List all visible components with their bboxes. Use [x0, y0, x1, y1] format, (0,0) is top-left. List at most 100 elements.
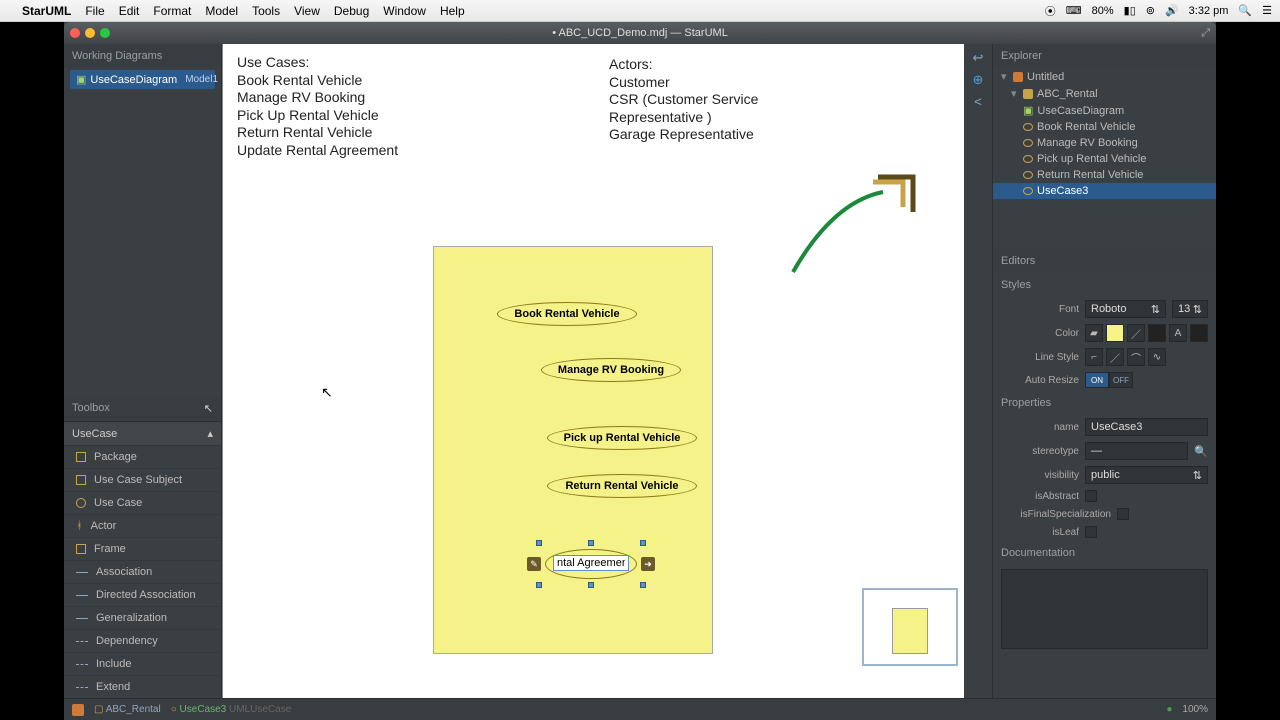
menu-edit[interactable]: Edit	[119, 4, 140, 18]
fill-swatch[interactable]	[1106, 324, 1124, 342]
status-crumb-element[interactable]: ○ UseCase3 UMLUseCase	[171, 704, 292, 715]
note-line: Pick Up Rental Vehicle	[237, 107, 398, 125]
line-rounded-icon[interactable]: ⌒	[1127, 348, 1145, 366]
tool-directed-association[interactable]: Directed Association	[64, 583, 221, 606]
visibility-label: visibility	[1001, 470, 1079, 481]
font-size-select[interactable]: 13⇅	[1172, 300, 1208, 318]
usecase-name-input[interactable]	[553, 555, 629, 571]
quick-handle-right[interactable]: ➜	[641, 557, 655, 571]
menu-view[interactable]: View	[294, 4, 320, 18]
tool-dependency[interactable]: Dependency	[64, 629, 221, 652]
menu-icon[interactable]: ☰	[1262, 4, 1272, 17]
tree-model[interactable]: ▾ABC_Rental	[993, 85, 1216, 102]
line-color-icon[interactable]: ／	[1127, 324, 1145, 342]
name-input[interactable]: UseCase3	[1085, 418, 1208, 436]
tool-extend[interactable]: Extend	[64, 675, 221, 698]
minimap[interactable]	[862, 588, 958, 666]
tree-node[interactable]: Pick up Rental Vehicle	[993, 151, 1216, 167]
keyboard-icon[interactable]: ⌨	[1066, 4, 1082, 17]
tool-package[interactable]: Package	[64, 445, 221, 468]
tree-node[interactable]: Return Rental Vehicle	[993, 167, 1216, 183]
tree-node[interactable]: Manage RV Booking	[993, 135, 1216, 151]
window-titlebar[interactable]: • ABC_UCD_Demo.mdj — StarUML ⤢	[64, 22, 1216, 44]
line-oblique-icon[interactable]: ／	[1106, 348, 1124, 366]
working-diagram-item[interactable]: ▣ UseCaseDiagram Model1	[70, 70, 215, 89]
clock[interactable]: 3:32 pm	[1189, 5, 1229, 17]
battery-icon[interactable]: ▮▯	[1124, 4, 1136, 17]
tool-label: Dependency	[96, 635, 158, 647]
history-back-icon[interactable]: ↩	[973, 50, 984, 66]
diagram-canvas[interactable]: Use Cases: Book Rental Vehicle Manage RV…	[222, 44, 964, 698]
search-icon[interactable]: 🔍	[1194, 445, 1208, 458]
tool-association[interactable]: Association	[64, 560, 221, 583]
usecase-book-rental[interactable]: Book Rental Vehicle	[497, 302, 637, 326]
chevron-updown-icon: ⇅	[1151, 303, 1160, 316]
isleaf-label: isLeaf	[1001, 527, 1079, 538]
documentation-textarea[interactable]	[1001, 569, 1208, 649]
visibility-select[interactable]: public⇅	[1085, 466, 1208, 484]
share-icon[interactable]: <	[974, 94, 982, 109]
text-swatch[interactable]	[1190, 324, 1208, 342]
tool-include[interactable]: Include	[64, 652, 221, 675]
menu-file[interactable]: File	[85, 4, 104, 18]
menu-format[interactable]: Format	[153, 4, 191, 18]
menu-model[interactable]: Model	[205, 4, 238, 18]
isleaf-checkbox[interactable]	[1085, 526, 1097, 538]
toolbox-category[interactable]: UseCase ▴	[64, 421, 221, 445]
app-name[interactable]: StarUML	[22, 4, 71, 18]
line-curve-icon[interactable]: ∿	[1148, 348, 1166, 366]
volume-icon[interactable]: 🔊	[1165, 4, 1179, 17]
autoresize-label: Auto Resize	[1001, 375, 1079, 386]
usecase-pickup[interactable]: Pick up Rental Vehicle	[547, 426, 697, 450]
tree-label: Book Rental Vehicle	[1037, 121, 1135, 133]
minimize-icon[interactable]	[85, 28, 95, 38]
usecase-label: Manage RV Booking	[558, 364, 664, 376]
status-crumb-model[interactable]: ▢ ABC_Rental	[94, 704, 161, 715]
toolbox-header-label: Toolbox	[72, 402, 110, 415]
tool-actor[interactable]: ᚼActor	[64, 514, 221, 537]
zoom-level[interactable]: 100%	[1182, 704, 1208, 715]
actors-note: Actors: Customer CSR (Customer Service R…	[609, 56, 758, 144]
pointer-icon[interactable]: ↖	[204, 402, 213, 415]
menu-tools[interactable]: Tools	[252, 4, 280, 18]
isfinal-checkbox[interactable]	[1117, 508, 1129, 520]
menu-window[interactable]: Window	[383, 4, 426, 18]
menu-debug[interactable]: Debug	[334, 4, 369, 18]
tool-generalization[interactable]: Generalization	[64, 606, 221, 629]
zoom-icon[interactable]	[100, 28, 110, 38]
usecase-editing[interactable]: ✎ ➜	[545, 549, 637, 579]
usecase-manage-booking[interactable]: Manage RV Booking	[541, 358, 681, 382]
tree-diagram[interactable]: ▣UseCaseDiagram	[993, 102, 1216, 119]
note-line: Return Rental Vehicle	[237, 124, 398, 142]
tree-node[interactable]: Book Rental Vehicle	[993, 119, 1216, 135]
stereotype-input[interactable]: —	[1085, 442, 1188, 460]
quick-handle-left[interactable]: ✎	[527, 557, 541, 571]
tool-label: Directed Association	[96, 589, 196, 601]
status-icon[interactable]: ⦿	[1045, 3, 1056, 19]
tool-use-case[interactable]: Use Case	[64, 491, 221, 514]
menu-help[interactable]: Help	[440, 4, 465, 18]
tree-root[interactable]: ▾Untitled	[993, 68, 1216, 85]
font-value: Roboto	[1091, 303, 1126, 315]
fill-icon[interactable]: ▰	[1085, 324, 1103, 342]
target-icon[interactable]: ⊕	[973, 72, 984, 88]
usecase-return[interactable]: Return Rental Vehicle	[547, 474, 697, 498]
line-rect-icon[interactable]: ⌐	[1085, 348, 1103, 366]
text-color-icon[interactable]: A	[1169, 324, 1187, 342]
tool-use-case-subject[interactable]: Use Case Subject	[64, 468, 221, 491]
autoresize-toggle[interactable]: ON OFF	[1085, 372, 1133, 388]
style-autoresize-row: Auto Resize ON OFF	[993, 369, 1216, 391]
spotlight-icon[interactable]: 🔍	[1238, 4, 1252, 17]
collapse-icon[interactable]: ▴	[207, 427, 213, 440]
tool-frame[interactable]: Frame	[64, 537, 221, 560]
isabstract-checkbox[interactable]	[1085, 490, 1097, 502]
association-icon	[76, 572, 88, 573]
font-select[interactable]: Roboto ⇅	[1085, 300, 1166, 318]
close-icon[interactable]	[70, 28, 80, 38]
tree-node-selected[interactable]: UseCase3	[993, 183, 1216, 199]
note-line: Customer	[609, 74, 758, 92]
wifi-icon[interactable]: ⊚	[1146, 4, 1155, 17]
line-swatch[interactable]	[1148, 324, 1166, 342]
expand-icon[interactable]: ⤢	[1201, 27, 1210, 40]
tree-label: UseCaseDiagram	[1037, 105, 1124, 117]
